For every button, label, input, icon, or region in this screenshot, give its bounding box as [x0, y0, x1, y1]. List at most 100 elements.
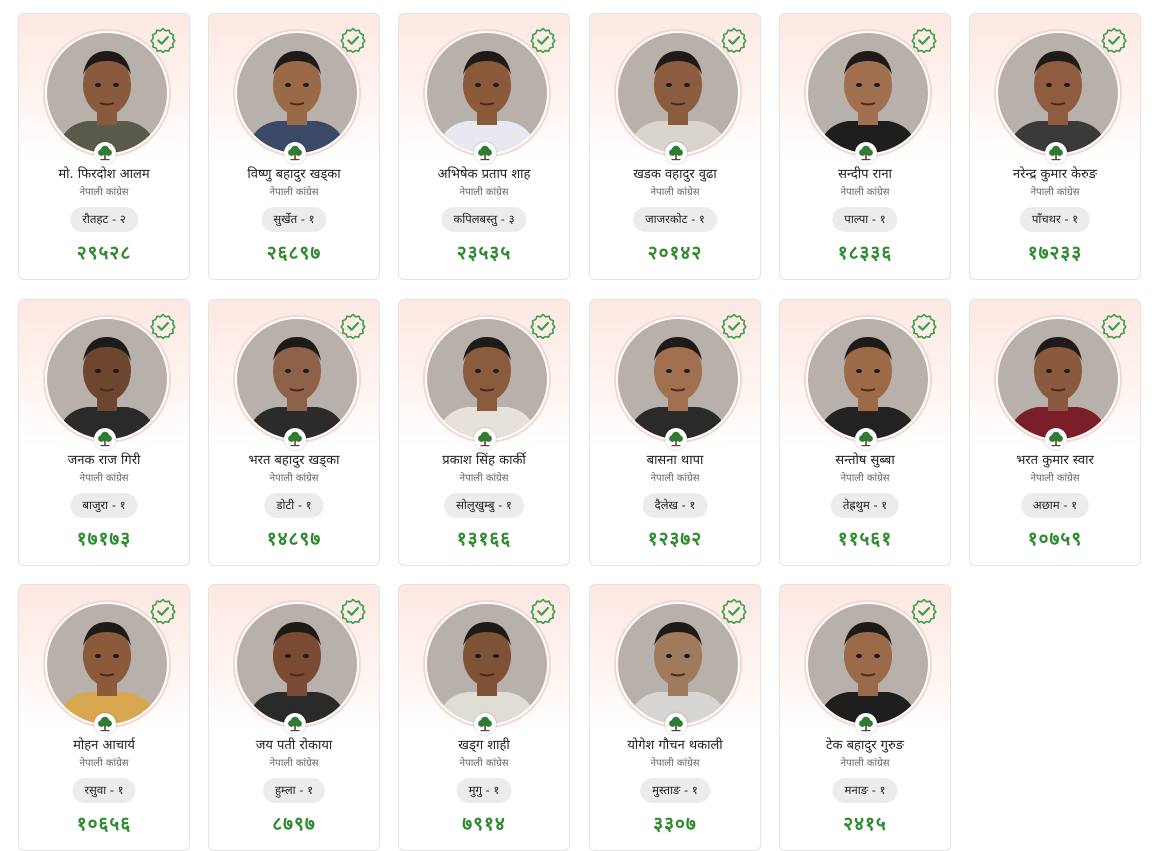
candidate-card[interactable]: भरत बहादुर खड्का नेपाली कांग्रेस डोटी - … — [208, 299, 380, 566]
tree-icon — [1049, 145, 1063, 161]
constituency-badge[interactable]: सुर्खेत - १ — [261, 207, 327, 232]
candidate-card[interactable]: भरत कुमार स्वार नेपाली कांग्रेस अछाम - १… — [969, 299, 1141, 566]
avatar — [998, 33, 1118, 153]
tree-icon — [478, 145, 492, 161]
candidate-photo-frame — [235, 602, 359, 726]
candidate-card[interactable]: खडक वहादुर वुढा नेपाली कांग्रेस जाजरकोट … — [589, 13, 761, 280]
candidate-name[interactable]: भरत बहादुर खड्का — [213, 450, 375, 468]
candidate-card[interactable]: अभिषेक प्रताप शाह नेपाली कांग्रेस कपिलबस… — [398, 13, 570, 280]
candidate-photo-frame — [235, 31, 359, 155]
candidate-name[interactable]: जय पती रोकाया — [213, 735, 375, 753]
constituency-badge[interactable]: पाँचथर - १ — [1019, 207, 1091, 232]
vote-count: २०१४२ — [647, 242, 703, 264]
candidate-name[interactable]: योगेश गौचन थकाली — [594, 735, 756, 753]
verified-check-icon — [911, 313, 937, 339]
candidate-name[interactable]: नरेन्द्र कुमार केरुङ — [974, 164, 1136, 182]
verified-check-icon — [530, 313, 556, 339]
constituency-badge[interactable]: बाजुरा - १ — [70, 493, 138, 518]
verified-check-icon — [530, 27, 556, 53]
party-name: नेपाली कांग्रेस — [269, 758, 319, 769]
candidate-name[interactable]: मो. फिरदोश आलम — [23, 164, 185, 182]
constituency-badge[interactable]: अछाम - १ — [1020, 493, 1090, 518]
candidate-photo-frame — [616, 602, 740, 726]
candidate-card[interactable]: टेक बहादुर गुरुङ नेपाली कांग्रेस मनाङ - … — [779, 584, 951, 851]
candidate-name[interactable]: खडक वहादुर वुढा — [594, 164, 756, 182]
candidate-name[interactable]: जनक राज गिरी — [23, 450, 185, 468]
candidate-card[interactable]: सन्दीप राना नेपाली कांग्रेस पाल्पा - १ १… — [779, 13, 951, 280]
candidate-card[interactable]: प्रकाश सिंह कार्की नेपाली कांग्रेस सोलुख… — [398, 299, 570, 566]
constituency-badge[interactable]: दैलेख - १ — [642, 493, 708, 518]
avatar — [237, 604, 357, 724]
candidate-name[interactable]: अभिषेक प्रताप शाह — [403, 164, 565, 182]
candidate-name[interactable]: विष्णु बहादुर खड्का — [213, 164, 375, 182]
party-name: नेपाली कांग्रेस — [459, 473, 509, 484]
party-logo — [94, 428, 116, 450]
party-logo — [855, 428, 877, 450]
verified-check-icon — [911, 598, 937, 624]
tree-icon — [98, 145, 112, 161]
constituency-badge[interactable]: हुम्ला - १ — [262, 778, 326, 803]
avatar — [427, 33, 547, 153]
verified-check-icon — [1101, 313, 1127, 339]
constituency-badge[interactable]: मनाङ - १ — [832, 778, 898, 803]
vote-count: १७२३३ — [1027, 242, 1083, 264]
vote-count: २९५२८ — [76, 242, 132, 264]
candidate-photo-frame — [425, 317, 549, 441]
candidate-name[interactable]: मोहन आचार्य — [23, 735, 185, 753]
verified-check-icon — [340, 313, 366, 339]
verified-check-icon — [530, 598, 556, 624]
constituency-badge[interactable]: डोटी - १ — [264, 493, 324, 518]
candidate-card[interactable]: जनक राज गिरी नेपाली कांग्रेस बाजुरा - १ … — [18, 299, 190, 566]
candidate-name[interactable]: प्रकाश सिंह कार्की — [403, 450, 565, 468]
constituency-badge[interactable]: रौतहट - २ — [70, 207, 138, 232]
vote-count: १०६५६ — [76, 813, 132, 835]
constituency-badge[interactable]: मुगु - १ — [456, 778, 512, 803]
candidate-card[interactable]: मो. फिरदोश आलम नेपाली कांग्रेस रौतहट - २… — [18, 13, 190, 280]
constituency-badge[interactable]: रसुवा - १ — [72, 778, 136, 803]
avatar — [808, 604, 928, 724]
party-logo — [284, 713, 306, 735]
candidate-card[interactable]: मोहन आचार्य नेपाली कांग्रेस रसुवा - १ १०… — [18, 584, 190, 851]
constituency-badge[interactable]: मुस्ताङ - १ — [640, 778, 710, 803]
candidate-card[interactable]: विष्णु बहादुर खड्का नेपाली कांग्रेस सुर्… — [208, 13, 380, 280]
constituency-badge[interactable]: जाजरकोट - १ — [633, 207, 717, 232]
tree-icon — [288, 145, 302, 161]
avatar — [618, 33, 738, 153]
candidate-name[interactable]: बासना थापा — [594, 450, 756, 468]
candidate-card[interactable]: सन्तोष सुब्बा नेपाली कांग्रेस तेह्रथुम -… — [779, 299, 951, 566]
party-name: नेपाली कांग्रेस — [79, 758, 129, 769]
candidate-photo-frame — [616, 31, 740, 155]
candidate-photo-frame — [996, 31, 1120, 155]
verified-check-icon — [150, 313, 176, 339]
candidate-card[interactable]: बासना थापा नेपाली कांग्रेस दैलेख - १ १२३… — [589, 299, 761, 566]
constituency-badge[interactable]: तेह्रथुम - १ — [830, 493, 900, 518]
candidate-card[interactable]: नरेन्द्र कुमार केरुङ नेपाली कांग्रेस पाँ… — [969, 13, 1141, 280]
tree-icon — [669, 431, 683, 447]
vote-count: १४८९७ — [266, 528, 322, 550]
tree-icon — [478, 431, 492, 447]
candidate-photo-frame — [806, 31, 930, 155]
candidate-photo-frame — [616, 317, 740, 441]
vote-count: १२३७२ — [647, 528, 703, 550]
candidate-name[interactable]: टेक बहादुर गुरुङ — [784, 735, 946, 753]
candidate-card[interactable]: योगेश गौचन थकाली नेपाली कांग्रेस मुस्ताङ… — [589, 584, 761, 851]
tree-icon — [1049, 431, 1063, 447]
constituency-badge[interactable]: पाल्पा - १ — [832, 207, 898, 232]
candidate-photo-frame — [806, 602, 930, 726]
candidate-name[interactable]: खड्ग शाही — [403, 735, 565, 753]
candidate-photo-frame — [806, 317, 930, 441]
candidate-card[interactable]: खड्ग शाही नेपाली कांग्रेस मुगु - १ ७९१४ — [398, 584, 570, 851]
candidate-card[interactable]: जय पती रोकाया नेपाली कांग्रेस हुम्ला - १… — [208, 584, 380, 851]
verified-check-icon — [340, 27, 366, 53]
party-logo — [855, 142, 877, 164]
constituency-badge[interactable]: कपिलबस्तु - ३ — [441, 207, 527, 232]
candidate-photo-frame — [45, 602, 169, 726]
verified-check-icon — [1101, 27, 1127, 53]
candidate-name[interactable]: सन्तोष सुब्बा — [784, 450, 946, 468]
candidate-name[interactable]: सन्दीप राना — [784, 164, 946, 182]
verified-check-icon — [911, 27, 937, 53]
constituency-badge[interactable]: सोलुखुम्बु - १ — [444, 493, 524, 518]
candidate-photo-frame — [425, 31, 549, 155]
avatar — [808, 319, 928, 439]
candidate-name[interactable]: भरत कुमार स्वार — [974, 450, 1136, 468]
